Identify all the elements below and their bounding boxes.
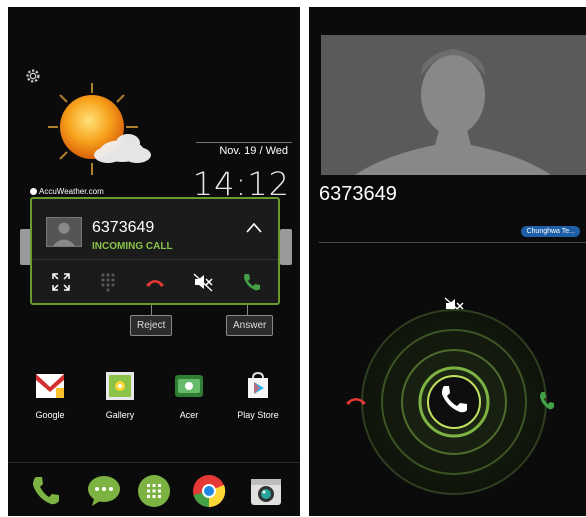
mute-icon[interactable]	[192, 271, 214, 293]
date-label: Nov. 19 / Wed	[219, 145, 288, 157]
app-label: Acer	[179, 410, 199, 420]
answer-tooltip: Answer	[226, 315, 274, 336]
app-gallery[interactable]: Gallery	[92, 370, 148, 420]
chevron-up-icon[interactable]	[246, 221, 262, 233]
app-label: Play Store	[237, 410, 279, 420]
gallery-icon	[106, 372, 134, 400]
carrier-badge: Chunghwa Te...	[521, 226, 580, 237]
reject-tooltip: Reject	[130, 315, 173, 336]
caller-avatar	[46, 217, 82, 247]
clock-divider	[196, 142, 292, 143]
answer-ring[interactable]	[359, 307, 549, 497]
card-divider	[32, 259, 278, 260]
dock-divider	[8, 462, 300, 463]
dialpad-icon[interactable]	[97, 271, 119, 293]
incoming-call-card: 6373649 INCOMING CALL	[30, 197, 280, 305]
right-edge-handle	[280, 229, 292, 265]
app-drawer-icon[interactable]	[136, 473, 172, 509]
app-label: Google	[35, 410, 65, 420]
chrome-icon[interactable]	[191, 473, 227, 509]
app-google[interactable]: Google	[22, 370, 78, 420]
reject-call-icon[interactable]	[345, 393, 367, 407]
answer-call-icon[interactable]	[539, 391, 555, 411]
app-play-store[interactable]: Play Store	[230, 370, 286, 420]
weather-source-label: AccuWeather.com	[39, 187, 104, 196]
phone-icon[interactable]	[28, 473, 64, 509]
divider	[319, 242, 586, 243]
app-acer[interactable]: Acer	[161, 370, 217, 420]
answer-pointer	[247, 305, 248, 315]
accuweather-logo-icon	[30, 188, 37, 195]
person-icon	[52, 222, 76, 246]
caller-number: 6373649	[92, 219, 155, 236]
incoming-number: 6373649	[319, 183, 397, 205]
google-folder-icon	[36, 374, 64, 398]
settings-gear-icon[interactable]	[24, 67, 42, 85]
reject-pointer	[151, 305, 152, 315]
app-label: Gallery	[105, 410, 135, 420]
reject-call-icon[interactable]	[144, 271, 166, 293]
call-status: INCOMING CALL	[92, 241, 173, 252]
lockscreen-panel: AccuWeather.com Nov. 19 / Wed 14:12 6373…	[8, 7, 300, 516]
messaging-icon[interactable]	[86, 473, 122, 509]
answer-call-icon[interactable]	[240, 271, 262, 293]
caller-photo	[321, 35, 586, 175]
expand-icon[interactable]	[50, 271, 72, 293]
weather-source[interactable]: AccuWeather.com	[30, 187, 104, 196]
play-store-icon	[248, 371, 268, 398]
person-silhouette-icon	[321, 35, 586, 175]
camera-icon[interactable]	[248, 473, 284, 509]
incoming-call-screen: 6373649 Chunghwa Te...	[309, 7, 586, 516]
weather-sun-icon[interactable]	[42, 81, 162, 181]
acer-folder-icon	[175, 375, 203, 397]
